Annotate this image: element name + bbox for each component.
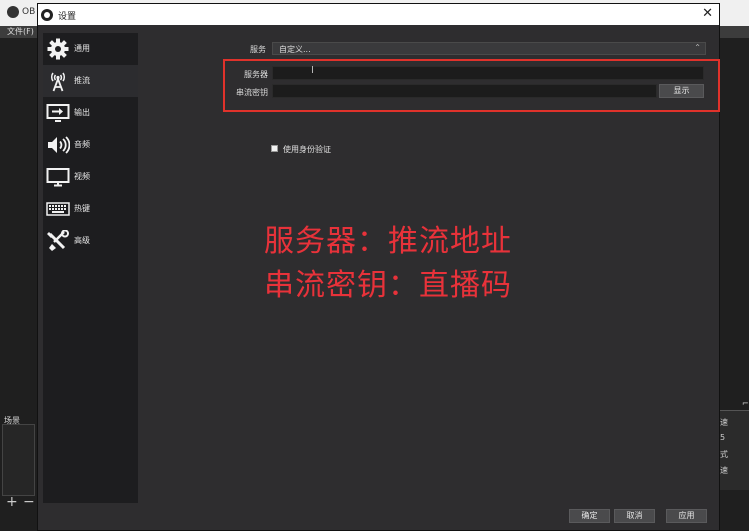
cancel-button[interactable]: 取消: [614, 509, 655, 523]
keyboard-icon: [46, 198, 70, 220]
scenes-list[interactable]: [2, 424, 35, 496]
stream-key-label: 串流密钥: [236, 88, 268, 97]
sidebar-item-label: 高级: [74, 236, 90, 245]
sidebar-item-output[interactable]: 输出: [43, 97, 138, 129]
control-label[interactable]: 速: [720, 465, 728, 476]
sidebar-item-hotkeys[interactable]: 热键: [43, 193, 138, 225]
sidebar-item-general[interactable]: 通用: [43, 33, 138, 65]
antenna-icon: [46, 70, 70, 92]
sidebar-item-label: 音频: [74, 140, 90, 149]
service-selected-value: 自定义...: [279, 45, 311, 54]
server-field[interactable]: [272, 66, 704, 80]
service-select[interactable]: 自定义... ⌃: [272, 42, 706, 55]
remove-scene-button[interactable]: −: [23, 494, 35, 510]
speaker-icon: [46, 134, 70, 156]
settings-sidebar: 通用 推流 输出 音频 视频 热键 高级: [43, 33, 138, 503]
annotation-line-2: 串流密钥：直播码: [264, 268, 512, 303]
menu-file[interactable]: 文件(F): [7, 26, 34, 37]
settings-dialog: 设置 ✕ 通用 推流 输出 音频 视频 热键 高级 服务 自定义... ⌃ 服务…: [37, 3, 720, 531]
sidebar-item-label: 推流: [74, 76, 90, 85]
chevron-updown-icon: ⌃: [694, 43, 701, 52]
apply-button[interactable]: 应用: [666, 509, 707, 523]
control-label[interactable]: 速: [720, 417, 728, 428]
sidebar-item-label: 输出: [74, 108, 90, 117]
sidebar-item-label: 热键: [74, 204, 90, 213]
monitor-icon: [46, 166, 70, 188]
sidebar-item-label: 通用: [74, 44, 90, 53]
annotation-line-1: 服务器：推流地址: [264, 224, 512, 259]
close-icon[interactable]: ✕: [702, 6, 713, 21]
stream-key-field[interactable]: [272, 84, 657, 98]
tools-icon: [46, 230, 70, 252]
gear-icon: [46, 38, 70, 60]
auth-checkbox[interactable]: [271, 145, 278, 152]
controls-panel: ⌐ 速 5 式 速: [720, 399, 749, 490]
sidebar-item-advanced[interactable]: 高级: [43, 225, 138, 257]
obs-logo-icon: [7, 6, 19, 18]
dock-icon[interactable]: ⌐: [742, 399, 749, 408]
dialog-title: 设置: [58, 12, 77, 22]
service-label: 服务: [250, 45, 266, 54]
dialog-titlebar: 设置 ✕: [38, 4, 719, 25]
add-scene-button[interactable]: +: [6, 494, 18, 510]
auth-checkbox-label: 使用身份验证: [283, 145, 331, 154]
text-cursor-icon: I: [311, 65, 314, 76]
ok-button[interactable]: 确定: [569, 509, 610, 523]
server-label: 服务器: [244, 70, 268, 79]
obs-logo-icon: [41, 9, 53, 21]
sidebar-item-label: 视频: [74, 172, 90, 181]
control-label[interactable]: 式: [720, 449, 728, 460]
sidebar-item-stream[interactable]: 推流: [43, 65, 138, 97]
show-key-button[interactable]: 显示: [659, 84, 704, 98]
output-monitor-icon: [46, 102, 70, 124]
sidebar-item-video[interactable]: 视频: [43, 161, 138, 193]
control-label[interactable]: 5: [720, 433, 725, 442]
main-window-title: OB: [22, 7, 36, 17]
sidebar-item-audio[interactable]: 音频: [43, 129, 138, 161]
